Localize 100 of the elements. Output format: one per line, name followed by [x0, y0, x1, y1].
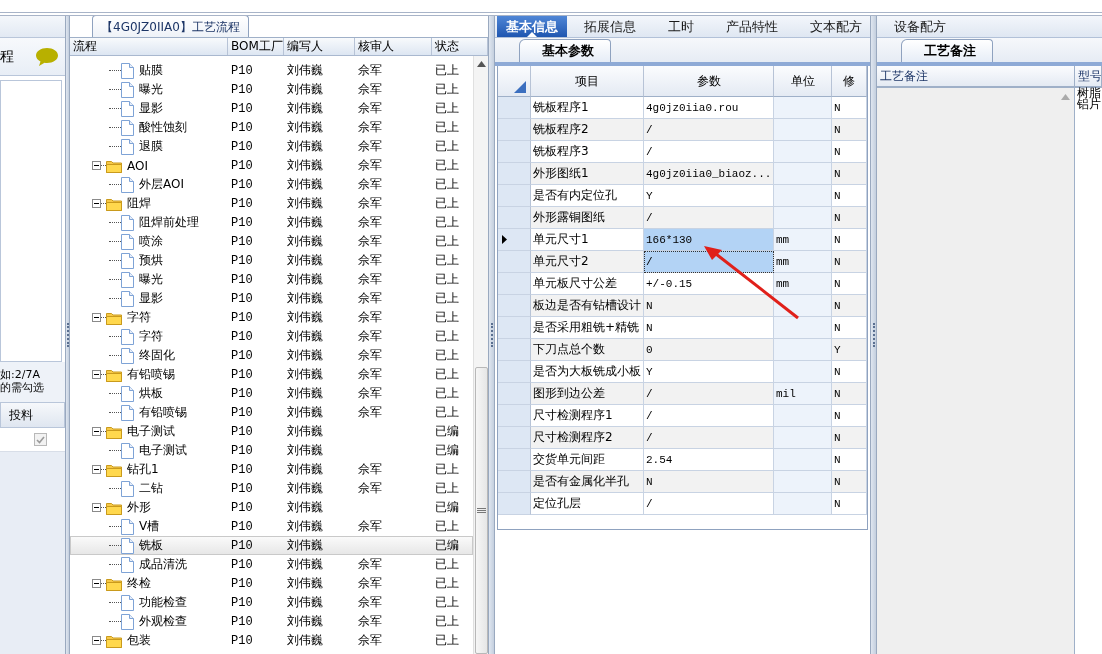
table-cell[interactable]: Y — [644, 361, 774, 383]
table-cell-text: 刘伟巍 — [286, 290, 324, 307]
tree-row[interactable]: 阻焊 P10 刘伟巍 佘军 已上 — [70, 194, 473, 213]
table-cell[interactable]: N — [644, 471, 774, 493]
tree-row[interactable]: 曝光 P10 刘伟巍 佘军 已上 — [70, 80, 473, 99]
table-cell[interactable]: / — [644, 251, 774, 273]
tree-row[interactable]: 成品清洗 P10 刘伟巍 佘军 已上 — [70, 555, 473, 574]
tree-row[interactable]: 有铅喷锡 P10 刘伟巍 佘军 已上 — [70, 403, 473, 422]
tree-row[interactable]: 电子测试 P10 刘伟巍 已编 — [70, 441, 473, 460]
speech-bubble-icon[interactable] — [35, 46, 59, 67]
tree-row[interactable]: 阻焊前处理 P10 刘伟巍 佘军 已上 — [70, 213, 473, 232]
sub-tab[interactable]: 基本参数 — [519, 39, 611, 62]
tree-row[interactable]: 字符 P10 刘伟巍 佘军 已上 — [70, 308, 473, 327]
table-cell-text: 刘伟巍 — [286, 328, 324, 345]
tree-row[interactable]: 外层AOI P10 刘伟巍 佘军 已上 — [70, 175, 473, 194]
tree-row[interactable]: 外观检查 P10 刘伟巍 佘军 已上 — [70, 612, 473, 631]
column-header[interactable]: 修 — [832, 66, 867, 97]
table-cell[interactable]: N — [644, 317, 774, 339]
table-cell[interactable]: Y — [644, 185, 774, 207]
step-name: 成品清洗 — [139, 556, 187, 573]
tree-row[interactable]: 电子测试 P10 刘伟巍 已编 — [70, 422, 473, 441]
table-cell: 是否有内定位孔 — [531, 185, 644, 207]
table-cell[interactable]: / — [644, 383, 774, 405]
tree-row[interactable]: 字符 P10 刘伟巍 佘军 已上 — [70, 327, 473, 346]
tree-row[interactable]: 二钻 P10 刘伟巍 佘军 已上 — [70, 479, 473, 498]
tab[interactable]: 基本信息 — [497, 16, 567, 37]
collapse-icon[interactable] — [92, 313, 101, 322]
document-icon — [121, 480, 134, 497]
table-cell[interactable]: / — [644, 493, 774, 515]
sub-tab[interactable]: 工艺备注 — [901, 39, 993, 62]
tree-row[interactable]: 功能检查 P10 刘伟巍 佘军 已上 — [70, 593, 473, 612]
tree-row[interactable]: 喷涂 P10 刘伟巍 佘军 已上 — [70, 232, 473, 251]
tree-row[interactable]: 烘板 P10 刘伟巍 佘军 已上 — [70, 384, 473, 403]
table-cell[interactable]: / — [644, 405, 774, 427]
table-cell[interactable]: 0 — [644, 339, 774, 361]
collapse-icon[interactable] — [92, 161, 101, 170]
column-header[interactable]: 编写人 — [284, 38, 355, 55]
table-cell[interactable]: / — [644, 427, 774, 449]
table-cell-text: 刘伟巍 — [286, 81, 324, 98]
tree-row[interactable]: V槽 P10 刘伟巍 佘军 已上 — [70, 517, 473, 536]
collapse-icon[interactable] — [92, 636, 101, 645]
tree-row[interactable]: 曝光 P10 刘伟巍 佘军 已上 — [70, 270, 473, 289]
splitter-handle[interactable] — [488, 16, 495, 654]
tree-row[interactable]: 外形 P10 刘伟巍 已编 — [70, 498, 473, 517]
tree-row[interactable]: 铣板 P10 刘伟巍 已编 — [70, 536, 473, 555]
scroll-up-icon[interactable] — [476, 61, 486, 67]
table-cell[interactable]: 4g0jz0iia0_biaoz... — [644, 163, 774, 185]
table-cell[interactable]: 4g0jz0iia0.rou — [644, 97, 774, 119]
collapse-icon[interactable] — [92, 199, 101, 208]
tree-row[interactable]: 包装 P10 刘伟巍 佘军 已上 — [70, 631, 473, 650]
table-cell-text: 已上 — [434, 176, 460, 193]
tree-row[interactable]: 终固化 P10 刘伟巍 佘军 已上 — [70, 346, 473, 365]
tree-row[interactable]: 显影 P10 刘伟巍 佘军 已上 — [70, 289, 473, 308]
folder-icon — [106, 633, 122, 648]
table-cell[interactable]: 2.54 — [644, 449, 774, 471]
column-header[interactable]: 参数 — [644, 66, 774, 97]
column-header[interactable]: 单位 — [774, 66, 832, 97]
column-header[interactable]: 流程 — [70, 38, 228, 55]
tree-row[interactable]: 退膜 P10 刘伟巍 佘军 已上 — [70, 137, 473, 156]
tree-row[interactable]: 贴膜 P10 刘伟巍 佘军 已上 — [70, 61, 473, 80]
column-header[interactable]: BOM工厂 — [228, 38, 284, 55]
table-cell-text: 刘伟巍 — [286, 423, 324, 440]
splitter-handle[interactable] — [65, 16, 70, 654]
column-header[interactable]: 工艺备注 — [877, 66, 1075, 88]
tab[interactable]: 产品特性 — [717, 16, 787, 37]
table-cell-text: 刘伟巍 — [286, 461, 324, 478]
tree-row[interactable]: 钻孔1 P10 刘伟巍 佘军 已上 — [70, 460, 473, 479]
tree-row[interactable]: 显影 P10 刘伟巍 佘军 已上 — [70, 99, 473, 118]
table-cell[interactable]: / — [644, 141, 774, 163]
table-cell[interactable]: N — [644, 295, 774, 317]
table-cell[interactable]: +/-0.15 — [644, 273, 774, 295]
panel-tab[interactable]: 【4G0JZ0IIA0】工艺流程 — [92, 16, 249, 37]
tree-row[interactable]: 终检 P10 刘伟巍 佘军 已上 — [70, 574, 473, 593]
tree-row[interactable]: 酸性蚀刻 P10 刘伟巍 佘军 已上 — [70, 118, 473, 137]
column-header[interactable]: 型号 — [1075, 66, 1102, 88]
tab[interactable]: 设备配方 — [885, 16, 955, 37]
scroll-thumb[interactable] — [474, 367, 488, 654]
table-cell[interactable]: / — [644, 207, 774, 229]
collapse-icon[interactable] — [92, 370, 101, 379]
tab[interactable]: 文本配方 — [801, 16, 871, 37]
tab[interactable]: 拓展信息 — [575, 16, 645, 37]
tree-row[interactable]: 预烘 P10 刘伟巍 佘军 已上 — [70, 251, 473, 270]
collapse-icon[interactable] — [92, 503, 101, 512]
tree-row[interactable]: AOI P10 刘伟巍 佘军 已上 — [70, 156, 473, 175]
splitter-handle[interactable] — [870, 16, 877, 654]
table-cell[interactable]: / — [644, 119, 774, 141]
corner-header[interactable] — [498, 66, 531, 97]
column-header[interactable]: 项目 — [531, 66, 644, 97]
notes-cell[interactable] — [877, 88, 1075, 654]
collapse-icon[interactable] — [92, 465, 101, 474]
table-cell: N — [832, 163, 867, 185]
scrollbar[interactable] — [473, 56, 488, 654]
table-cell: N — [832, 273, 867, 295]
collapse-icon[interactable] — [92, 579, 101, 588]
column-header[interactable]: 核审人 — [355, 38, 432, 55]
table-cell[interactable]: 166*130 — [644, 229, 774, 251]
tab[interactable]: 工时 — [659, 16, 703, 37]
tree-row[interactable]: 有铅喷锡 P10 刘伟巍 佘军 已上 — [70, 365, 473, 384]
collapse-icon[interactable] — [92, 427, 101, 436]
row-header[interactable] — [498, 229, 531, 251]
